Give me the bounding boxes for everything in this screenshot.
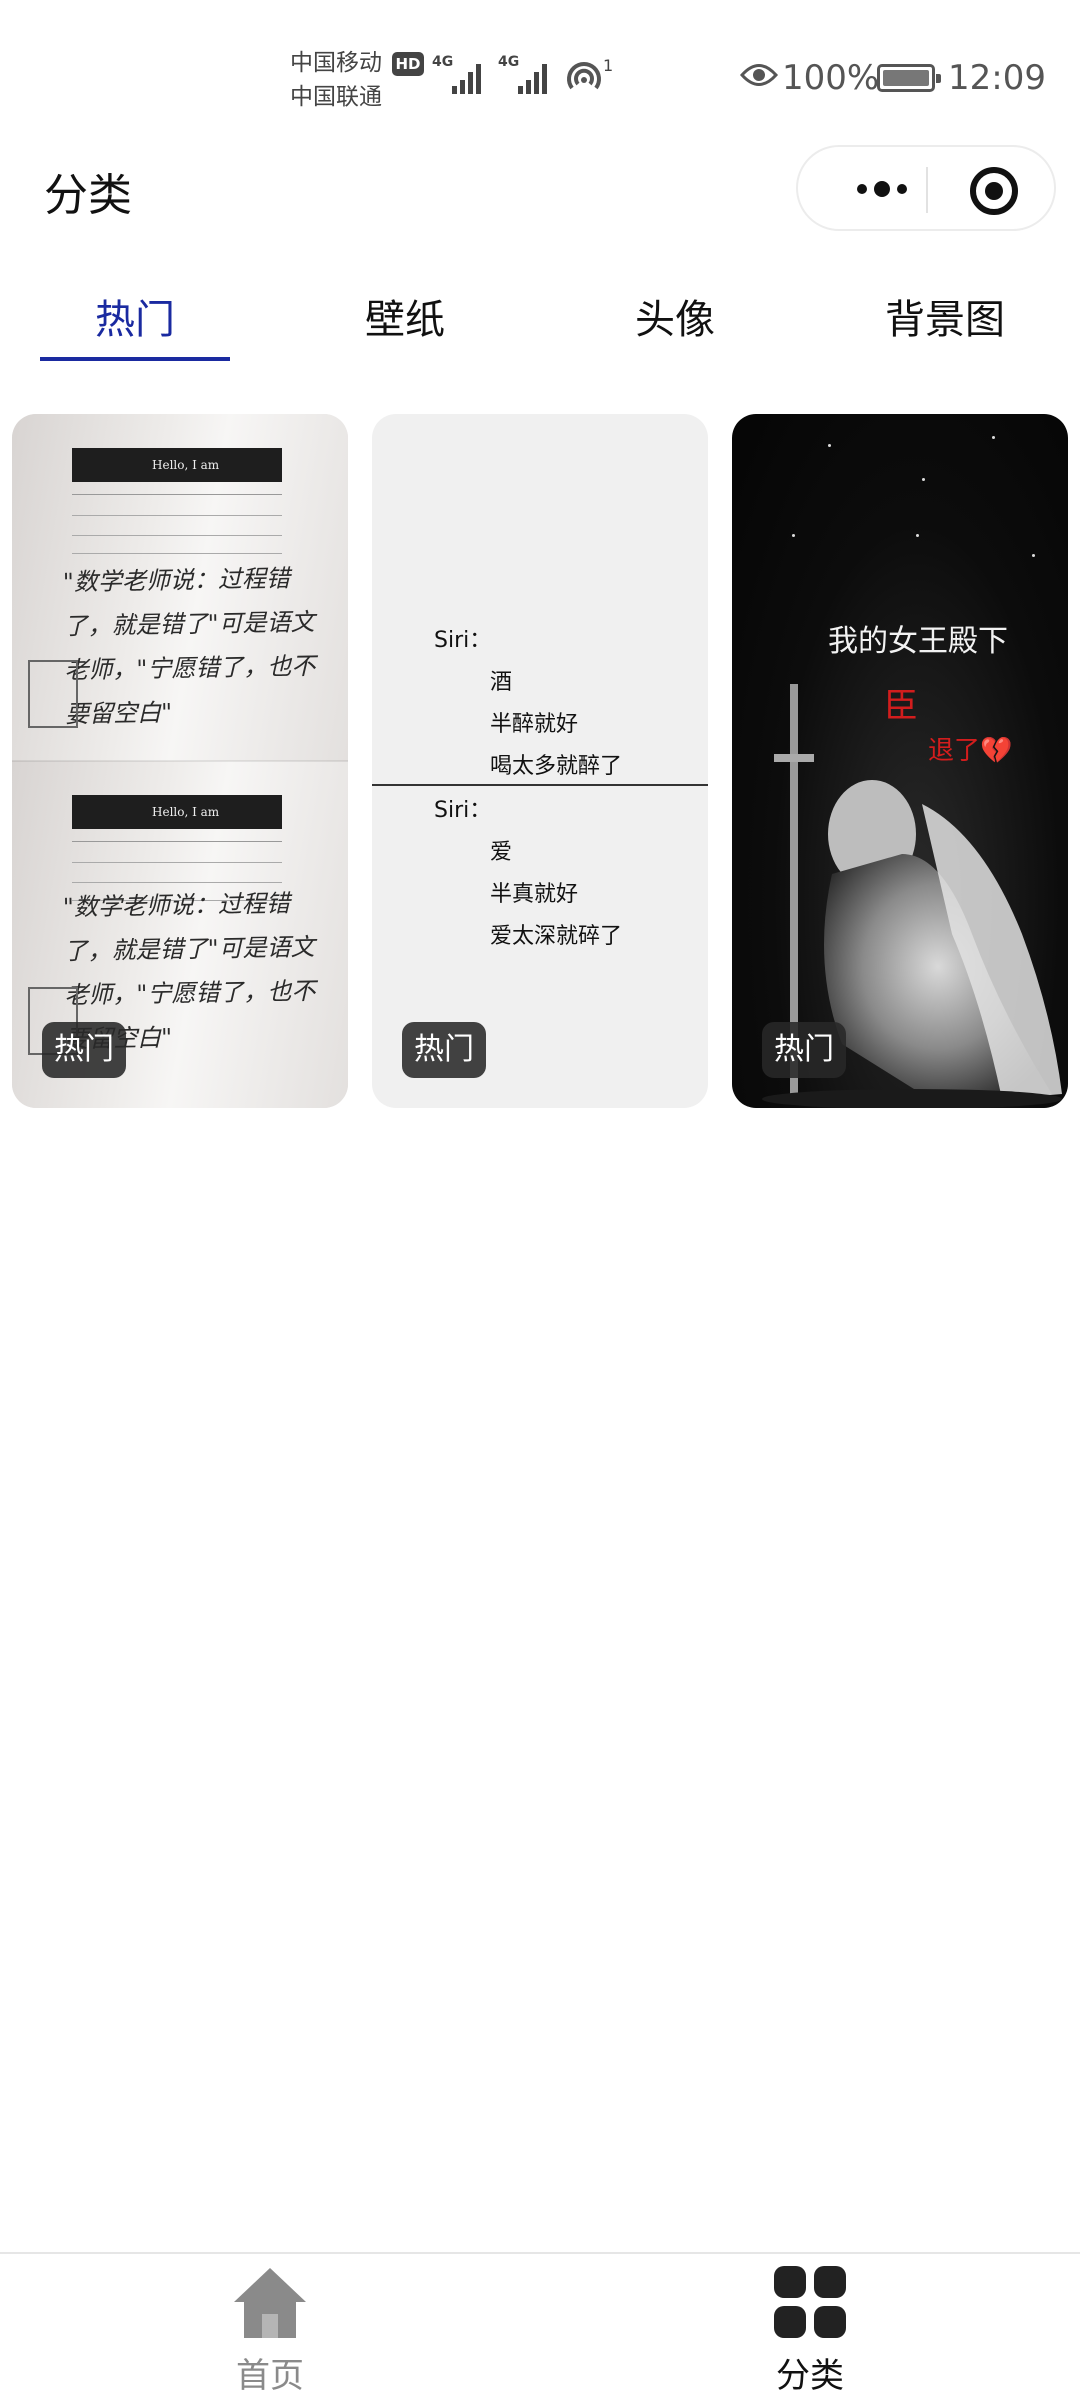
carrier-names: 中国移动 中国联通 (290, 46, 382, 114)
note-header: Hello, I am (72, 448, 282, 482)
hd-badge: HD (392, 52, 424, 76)
hotspot-icon (567, 62, 601, 90)
category-tabs: 热门 壁纸 头像 背景图 (0, 280, 1080, 380)
form-lines (72, 494, 282, 554)
title-bar: 分类 (0, 145, 1080, 265)
image-grid: Hello, I am "数学老师说：过程错 了，就是错了"可是语文 老师，"宁… (12, 414, 1068, 1110)
close-target-icon[interactable] (970, 167, 1018, 215)
hot-tag: 热门 (402, 1022, 486, 1078)
clock: 12:09 (948, 58, 1046, 98)
hotspot-count: 1 (603, 56, 614, 75)
battery-icon (877, 64, 941, 92)
quote-line-1: 我的女王殿下 (828, 624, 1008, 659)
siri-speaker-1: Siri： (434, 628, 492, 653)
tab-avatar[interactable]: 头像 (540, 290, 810, 370)
note-header: Hello, I am (72, 795, 282, 829)
image-card-2[interactable]: Siri： 酒 半醉就好 喝太多就醉了 Siri： 爱 半真就好 爱太深就碎了 … (372, 414, 708, 1108)
carrier-2: 中国联通 (290, 84, 382, 110)
capsule-divider (926, 167, 928, 213)
nav-home[interactable]: 首页 (170, 2264, 370, 2396)
network-type-1: 4G (432, 54, 454, 70)
nav-category-label: 分类 (776, 2356, 844, 2396)
siri-line: 喝太多就醉了 (490, 754, 623, 779)
siri-line: 半醉就好 (490, 712, 579, 737)
image-card-1[interactable]: Hello, I am "数学老师说：过程错 了，就是错了"可是语文 老师，"宁… (12, 414, 348, 1108)
siri-line: 半真就好 (490, 882, 579, 907)
network-type-2: 4G (498, 54, 520, 70)
eye-icon (740, 64, 778, 86)
grid-icon (774, 2266, 846, 2338)
more-dots-icon[interactable] (836, 169, 928, 209)
home-icon (234, 2268, 306, 2338)
battery-percent: 100% (782, 58, 880, 98)
carrier-1: 中国移动 (290, 50, 382, 76)
hot-tag: 热门 (42, 1022, 126, 1078)
siri-speaker-2: Siri： (434, 798, 492, 823)
active-tab-indicator (40, 357, 230, 361)
image-card-3[interactable]: 我的女王殿下 臣 退了💔 热门 (732, 414, 1068, 1108)
divider-line (372, 784, 708, 786)
bottom-tab-bar: 首页 分类 (0, 2252, 1080, 2400)
page-title: 分类 (44, 170, 132, 221)
note-photo-top: Hello, I am "数学老师说：过程错 了，就是错了"可是语文 老师，"宁… (12, 414, 348, 761)
siri-line: 爱 (490, 840, 513, 865)
nav-category[interactable]: 分类 (710, 2264, 910, 2396)
mini-program-capsule (796, 145, 1056, 231)
nav-home-label: 首页 (236, 2356, 304, 2396)
phone-sketch (28, 660, 78, 728)
siri-line: 爱太深就碎了 (490, 924, 623, 949)
tab-wallpaper[interactable]: 壁纸 (270, 290, 540, 370)
hot-tag: 热门 (762, 1022, 846, 1078)
handwriting-text: "数学老师说：过程错 了，就是错了"可是语文 老师，"宁愿错了，也不 要留空白" (62, 564, 316, 729)
photo-seam (12, 760, 348, 762)
status-bar: 中国移动 中国联通 HD 4G 4G 1 100% 12:09 (0, 0, 1080, 145)
siri-line: 酒 (490, 670, 513, 695)
tab-background[interactable]: 背景图 (810, 290, 1080, 370)
